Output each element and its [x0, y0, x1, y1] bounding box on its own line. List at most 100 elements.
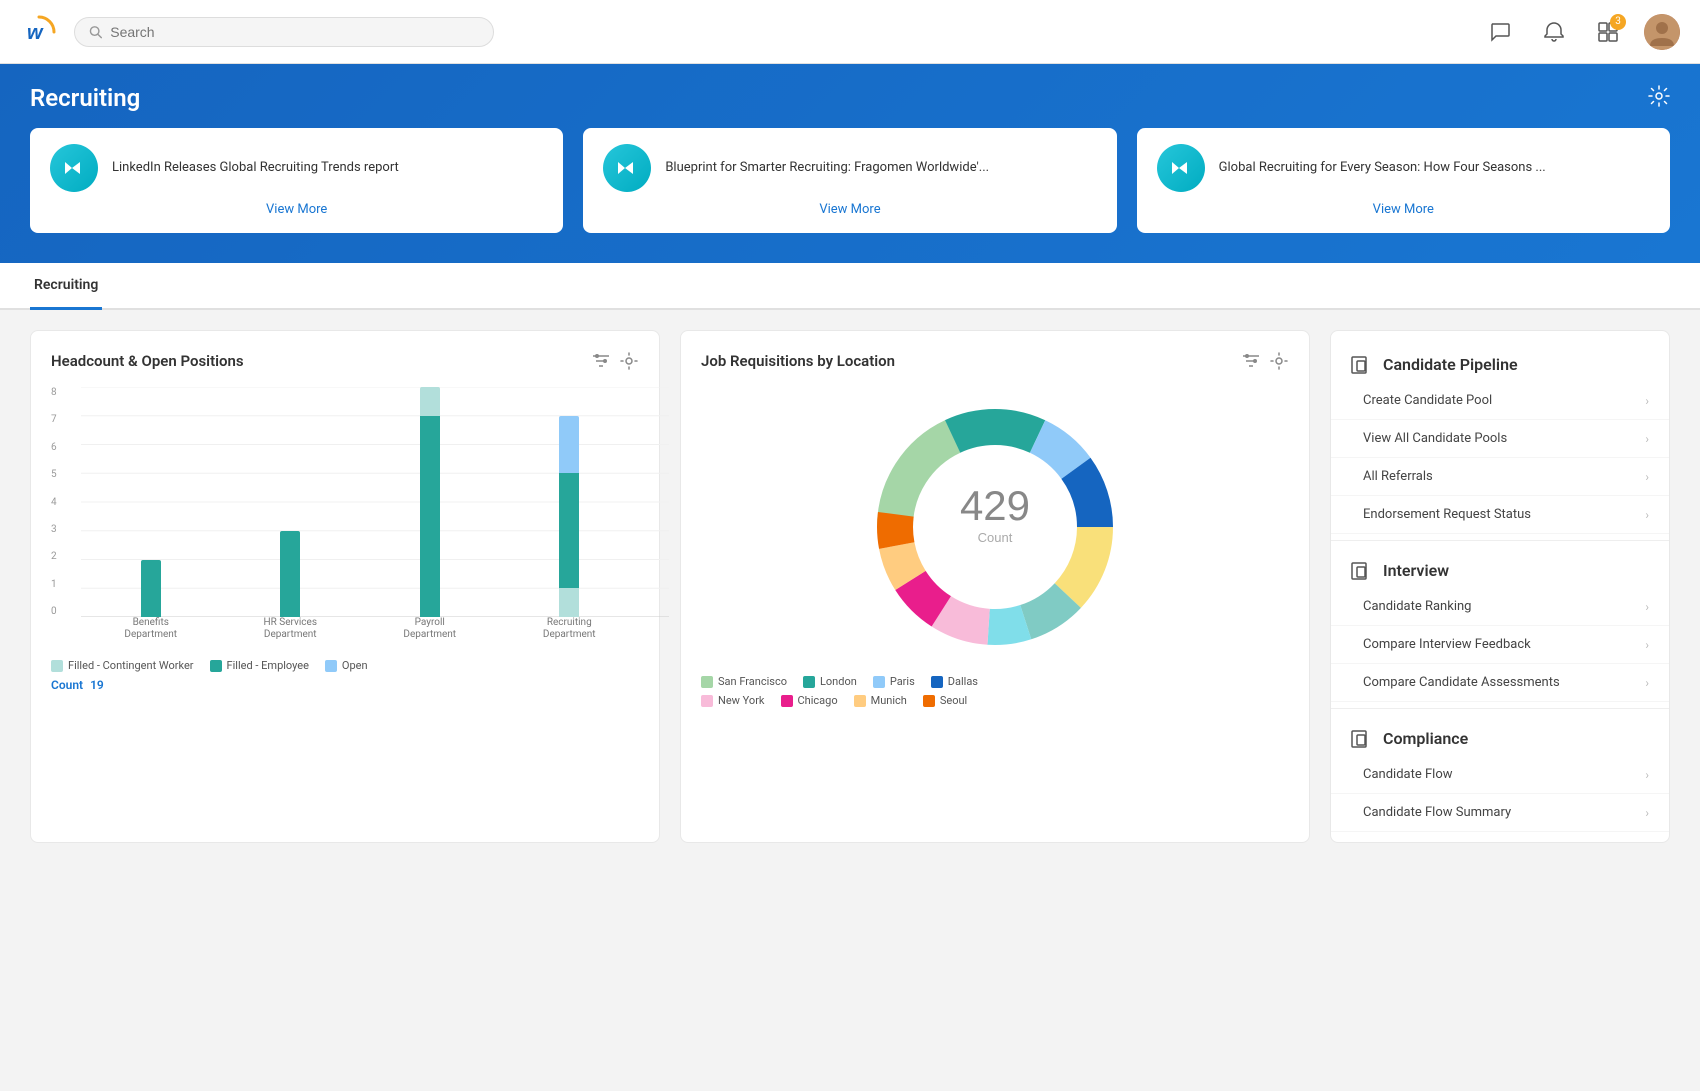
bar-payroll-stack: [420, 387, 440, 617]
header-top: Recruiting: [30, 84, 1670, 112]
bar-payroll-employee: [420, 416, 440, 617]
view-more-0[interactable]: View More: [50, 202, 543, 217]
tab-recruiting[interactable]: Recruiting: [30, 263, 102, 310]
candidate-pipeline-section: Candidate Pipeline: [1331, 341, 1669, 382]
legend-london: London: [803, 675, 857, 688]
legend-dot-contingent: [51, 660, 63, 672]
candidate-pipeline-icon: [1351, 356, 1373, 374]
chat-icon: [1489, 21, 1511, 43]
notification-button[interactable]: [1536, 14, 1572, 50]
news-card-2[interactable]: Global Recruiting for Every Season: How …: [1137, 128, 1670, 233]
settings-donut-icon[interactable]: [1269, 351, 1289, 371]
svg-text:429: 429: [960, 482, 1030, 529]
bar-group-benefits: [141, 560, 161, 618]
news-card-content-1: Blueprint for Smarter Recruiting: Fragom…: [603, 144, 1096, 192]
settings-chart-icon[interactable]: [619, 351, 639, 371]
chevron-icon-2: ›: [1645, 470, 1649, 484]
panel-item-compare-feedback[interactable]: Compare Interview Feedback ›: [1331, 626, 1669, 664]
chevron-icon-5: ›: [1645, 638, 1649, 652]
headcount-chart-title: Headcount & Open Positions: [51, 352, 244, 370]
bar-group-recruiting: [559, 416, 579, 617]
search-input[interactable]: [110, 24, 479, 40]
legend-paris: Paris: [873, 675, 915, 688]
headcount-chart-header: Headcount & Open Positions: [51, 351, 639, 371]
panel-item-ranking[interactable]: Candidate Ranking ›: [1331, 588, 1669, 626]
settings-button[interactable]: [1648, 85, 1670, 112]
bar-chart-area: 8 7 6 5 4 3 2 1 0: [51, 387, 639, 647]
legend-munich: Munich: [854, 694, 907, 707]
bar-group-payroll: [420, 387, 440, 617]
x-axis: BenefitsDepartment HR ServicesDepartment…: [81, 617, 639, 647]
donut-legend: San Francisco London Paris Dallas: [701, 675, 1289, 707]
compliance-icon: [1351, 730, 1373, 748]
search-icon: [89, 25, 102, 39]
news-icon-1: [603, 144, 651, 192]
panel-item-candidate-flow-summary[interactable]: Candidate Flow Summary ›: [1331, 794, 1669, 832]
legend-open: Open: [325, 659, 368, 672]
blue-header: Recruiting LinkedIn Releases Global Recr…: [0, 64, 1700, 263]
headcount-chart-actions[interactable]: [591, 351, 639, 371]
news-icon-0: [50, 144, 98, 192]
panel-item-compare-assessments[interactable]: Compare Candidate Assessments ›: [1331, 664, 1669, 702]
donut-chart-area: 429 Count: [701, 387, 1289, 667]
logo: w: [20, 13, 58, 51]
divider-1: [1331, 540, 1669, 541]
search-bar[interactable]: [74, 17, 494, 47]
bar-group-hr: [280, 531, 300, 617]
legend-sanfrancisco: San Francisco: [701, 675, 787, 688]
chevron-icon-1: ›: [1645, 432, 1649, 446]
donut-chart-actions[interactable]: [1241, 351, 1289, 371]
chevron-icon-7: ›: [1645, 768, 1649, 782]
legend-contingent: Filled - Contingent Worker: [51, 659, 194, 672]
main-content: Headcount & Open Positions: [0, 310, 1700, 863]
panel-item-all-referrals[interactable]: All Referrals ›: [1331, 458, 1669, 496]
legend-dallas: Dallas: [931, 675, 978, 688]
chevron-icon-3: ›: [1645, 508, 1649, 522]
legend-dot-open: [325, 660, 337, 672]
news-card-0[interactable]: LinkedIn Releases Global Recruiting Tren…: [30, 128, 563, 233]
dot-chicago: [781, 695, 793, 707]
panel-item-candidate-flow[interactable]: Candidate Flow ›: [1331, 756, 1669, 794]
bar-recruiting-contingent: [559, 588, 579, 617]
legend-seoul: Seoul: [923, 694, 967, 707]
dot-paris: [873, 676, 885, 688]
news-cards: LinkedIn Releases Global Recruiting Tren…: [30, 128, 1670, 233]
grid-button[interactable]: 3: [1590, 14, 1626, 50]
donut-chart-header: Job Requisitions by Location: [701, 351, 1289, 371]
bar-groups: [81, 387, 639, 617]
dot-seoul: [923, 695, 935, 707]
chat-button[interactable]: [1482, 14, 1518, 50]
legend-employee: Filled - Employee: [210, 659, 309, 672]
chart-count: Count 19: [51, 678, 639, 692]
donut-legend-row-1: San Francisco London Paris Dallas: [701, 675, 1289, 688]
y-axis: 8 7 6 5 4 3 2 1 0: [51, 387, 79, 617]
panel-item-endorsement[interactable]: Endorsement Request Status ›: [1331, 496, 1669, 534]
donut-legend-row-2: New York Chicago Munich Seoul: [701, 694, 1289, 707]
dot-london: [803, 676, 815, 688]
legend-dot-employee: [210, 660, 222, 672]
view-more-1[interactable]: View More: [603, 202, 1096, 217]
filter-icon[interactable]: [591, 351, 611, 371]
filter-donut-icon[interactable]: [1241, 351, 1261, 371]
donut-chart-card: Job Requisitions by Location: [680, 330, 1310, 843]
avatar[interactable]: [1644, 14, 1680, 50]
news-text-2: Global Recruiting for Every Season: How …: [1219, 159, 1546, 177]
dot-munich: [854, 695, 866, 707]
panel-item-create-pool[interactable]: Create Candidate Pool ›: [1331, 382, 1669, 420]
candidate-pipeline-title: Candidate Pipeline: [1351, 355, 1649, 374]
panel-item-view-pools[interactable]: View All Candidate Pools ›: [1331, 420, 1669, 458]
bar-recruiting-stack: [559, 416, 579, 617]
view-more-2[interactable]: View More: [1157, 202, 1650, 217]
bar-recruiting-open: [559, 416, 579, 474]
chart-legend: Filled - Contingent Worker Filled - Empl…: [51, 659, 639, 672]
dot-newyork: [701, 695, 713, 707]
page-title: Recruiting: [30, 84, 140, 112]
dot-dallas: [931, 676, 943, 688]
news-icon-2: [1157, 144, 1205, 192]
bar-benefits-employee: [141, 560, 161, 618]
donut-svg: 429 Count: [865, 397, 1125, 657]
tab-section: Recruiting: [0, 263, 1700, 310]
interview-title: Interview: [1351, 561, 1649, 580]
news-card-1[interactable]: Blueprint for Smarter Recruiting: Fragom…: [583, 128, 1116, 233]
legend-newyork: New York: [701, 694, 765, 707]
